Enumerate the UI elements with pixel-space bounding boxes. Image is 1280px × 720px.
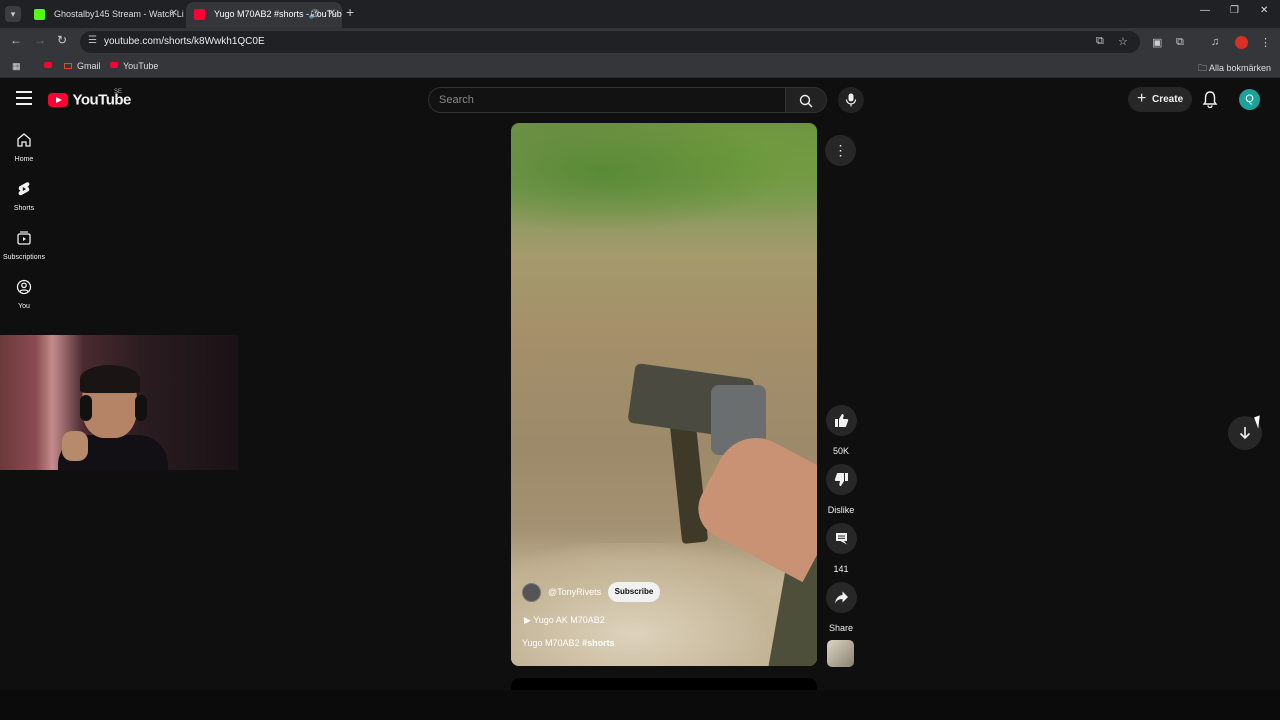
youtube-header: YouTube SE Create Q	[0, 80, 1280, 120]
comments-button[interactable]	[825, 523, 857, 554]
kick-favicon-icon	[34, 9, 45, 20]
address-toolbar: ← → ↻ ☰ youtube.com/shorts/k8Wwkh1QC0E ⧉…	[0, 28, 1280, 56]
comments-action[interactable]: 141	[820, 523, 862, 574]
tab-title: Yugo M70AB2 #shorts - YouTube	[214, 9, 342, 19]
bookmarks-bar: ▦ Gmail YouTube 🗀 Alla bokmärken	[0, 56, 1280, 78]
sound-thumbnail[interactable]	[827, 640, 854, 667]
search-icon	[799, 94, 813, 108]
like-count: 50K	[832, 446, 849, 456]
browser-tab-strip: ▾ Ghostalby145 Stream - Watch Li ✕ Yugo …	[0, 0, 1280, 28]
guide-item-subscriptions[interactable]: Subscriptions	[0, 230, 48, 261]
bottom-bar	[0, 690, 1280, 720]
hamburger-menu-icon[interactable]	[16, 91, 32, 109]
guide-item-shorts[interactable]: Shorts	[0, 181, 48, 212]
forward-icon[interactable]: →	[34, 33, 46, 47]
more-vert-icon: ⋮	[833, 142, 848, 158]
arrow-down-icon	[1239, 427, 1251, 440]
install-app-icon[interactable]: ⧉	[1096, 35, 1104, 48]
dislike-action[interactable]: Dislike	[820, 464, 862, 515]
youtube-play-icon	[48, 92, 68, 107]
like-button[interactable]	[825, 405, 857, 436]
subscriptions-icon	[17, 231, 31, 245]
hashtag-link[interactable]: #shorts	[582, 638, 615, 648]
bookmark-gmail[interactable]: Gmail	[64, 61, 101, 71]
share-button[interactable]	[825, 582, 857, 613]
notifications-bell-icon[interactable]	[1202, 90, 1218, 113]
account-avatar[interactable]: Q	[1239, 89, 1260, 110]
share-arrow-icon	[834, 591, 848, 604]
all-bookmarks[interactable]: 🗀 Alla bokmärken	[1198, 61, 1271, 77]
browser-tab-kick[interactable]: Ghostalby145 Stream - Watch Li ✕	[26, 2, 184, 28]
comment-icon	[835, 533, 847, 545]
extension-icon[interactable]: ▣	[1152, 36, 1162, 49]
webcam-overlay	[0, 335, 238, 470]
microphone-icon	[845, 93, 857, 107]
url-text[interactable]: youtube.com/shorts/k8Wwkh1QC0E	[104, 36, 265, 47]
channel-avatar[interactable]	[522, 583, 541, 602]
create-button[interactable]: Create	[1128, 86, 1192, 112]
channel-name[interactable]: @TonyRivets	[548, 587, 601, 597]
dislike-label: Dislike	[827, 505, 855, 515]
country-code: SE	[114, 89, 123, 95]
youtube-icon	[110, 62, 118, 68]
omnibox[interactable]: ☰ youtube.com/shorts/k8Wwkh1QC0E ⧉ ☆	[80, 31, 1140, 53]
sound-link[interactable]: ▶ Yugo AK M70AB2	[524, 615, 605, 626]
bookmark-star-icon[interactable]: ☆	[1118, 35, 1128, 48]
comment-count: 141	[833, 564, 849, 574]
video-title: Yugo M70AB2 #shorts	[522, 638, 615, 648]
browser-tab-youtube[interactable]: Yugo M70AB2 #shorts - YouTube 🔊 ✕	[186, 2, 342, 28]
search-input[interactable]	[429, 88, 785, 112]
share-action[interactable]: Share	[820, 582, 862, 633]
extensions-puzzle-icon[interactable]: ⧉	[1176, 36, 1184, 49]
more-options-button[interactable]: ⋮	[825, 135, 856, 166]
youtube-logo[interactable]: YouTube SE	[48, 89, 131, 109]
guide-item-home[interactable]: Home	[0, 132, 48, 163]
close-window-icon[interactable]: ✕	[1260, 5, 1268, 16]
search-button[interactable]	[786, 87, 827, 113]
back-icon[interactable]: ←	[10, 33, 22, 47]
dislike-button[interactable]	[825, 464, 857, 495]
close-tab-icon[interactable]: ✕	[170, 2, 178, 26]
apps-grid-icon[interactable]: ▦	[12, 61, 21, 72]
media-control-icon[interactable]: ♫	[1211, 36, 1219, 48]
gmail-icon	[64, 63, 72, 69]
next-short-preview[interactable]	[511, 678, 817, 690]
chrome-menu-icon[interactable]: ⋮	[1260, 36, 1271, 49]
voice-search-button[interactable]	[838, 87, 864, 113]
guide-item-you[interactable]: You	[0, 279, 48, 310]
play-small-icon: ▶	[524, 615, 534, 625]
you-icon	[16, 279, 32, 295]
thumbs-down-icon	[834, 473, 848, 486]
home-icon	[17, 133, 31, 147]
like-action[interactable]: 50K	[820, 405, 862, 456]
reload-icon[interactable]: ↻	[57, 33, 67, 47]
close-tab-icon[interactable]: ✕	[328, 2, 336, 26]
speaker-icon[interactable]: 🔊	[309, 2, 320, 26]
tab-search-dropdown[interactable]: ▾	[5, 6, 21, 22]
minimize-icon[interactable]: —	[1200, 5, 1210, 16]
new-tab-button[interactable]: +	[346, 4, 354, 20]
thumbs-up-icon	[834, 414, 848, 427]
share-label: Share	[828, 623, 854, 633]
bookmark-youtube-icon[interactable]	[44, 61, 57, 71]
restore-icon[interactable]: ❐	[1230, 5, 1239, 16]
search-box[interactable]	[428, 87, 786, 113]
shorts-icon	[18, 182, 30, 196]
subscribe-button[interactable]: Subscribe	[608, 582, 660, 602]
site-info-icon[interactable]: ☰	[88, 35, 97, 46]
bookmark-youtube[interactable]: YouTube	[110, 61, 158, 71]
youtube-favicon-icon	[194, 9, 205, 20]
tab-title: Ghostalby145 Stream - Watch Li	[54, 9, 184, 19]
profile-avatar[interactable]	[1235, 36, 1248, 49]
